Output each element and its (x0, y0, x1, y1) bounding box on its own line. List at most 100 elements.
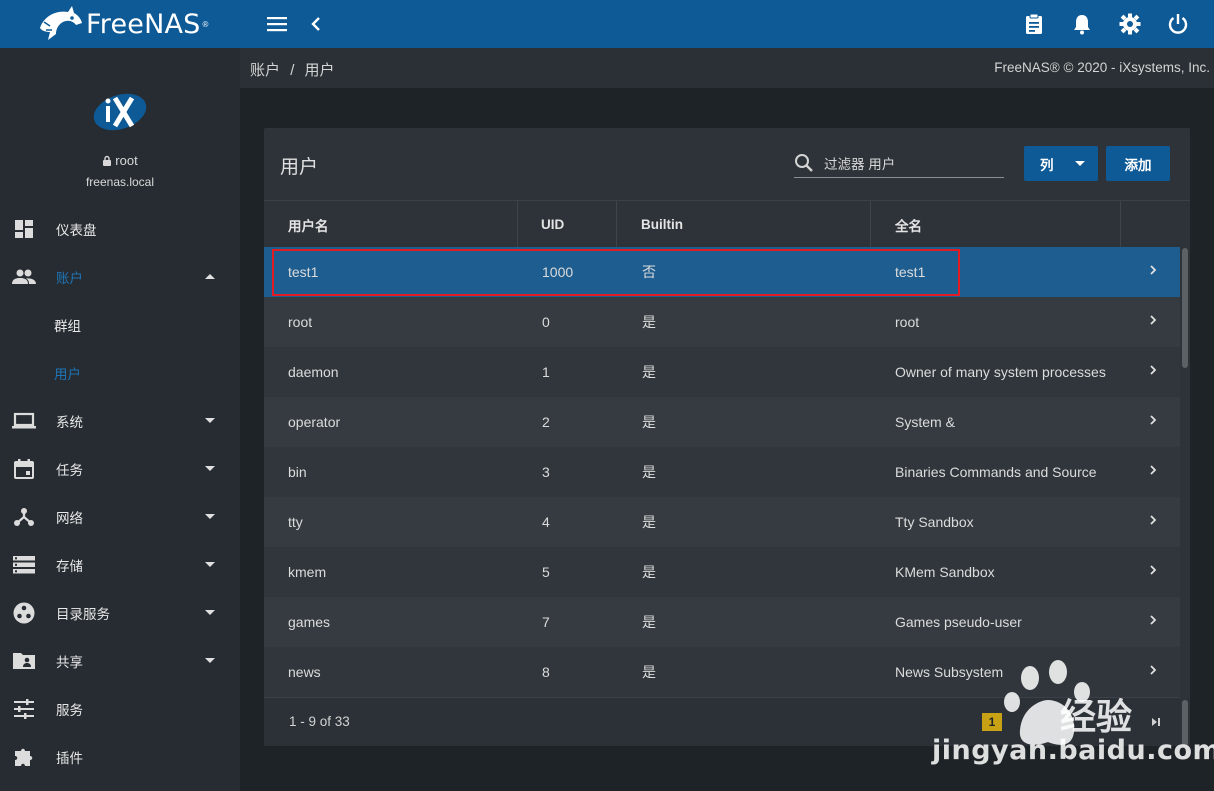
search-input[interactable] (824, 154, 1004, 174)
pager-range: 1 - 9 of 33 (289, 714, 350, 729)
sidebar-item-network[interactable]: 网络 (0, 493, 240, 541)
cell-uid: 0 (542, 314, 550, 330)
dashboard-icon (12, 217, 36, 241)
sidebar-item-sharing[interactable]: 共享 (0, 637, 240, 685)
people-icon (12, 265, 36, 289)
calendar-icon (12, 457, 36, 481)
freenas-logo[interactable]: FreeNAS ® (0, 0, 240, 48)
cell-uid: 1 (542, 364, 550, 380)
columns-button-label: 列 (1040, 157, 1054, 173)
sidebar-item-label: 共享 (56, 655, 83, 670)
power-icon[interactable] (1166, 12, 1190, 36)
sidebar-item-dashboard[interactable]: 仪表盘 (0, 205, 240, 253)
column-header-uid[interactable]: UID (541, 201, 564, 248)
cell-builtin: 是 (642, 414, 656, 430)
chevron-down-icon (205, 658, 215, 663)
cell-fullname: root (895, 314, 920, 330)
breadcrumb-current: 用户 (304, 62, 335, 79)
cell-uid: 1000 (542, 264, 574, 280)
folder-share-icon (12, 649, 36, 673)
column-header-username[interactable]: 用户名 (288, 201, 329, 248)
cell-builtin: 是 (642, 314, 656, 330)
chevron-right-icon[interactable] (1148, 563, 1158, 577)
cell-username: kmem (288, 564, 327, 580)
sidebar-item-system[interactable]: 系统 (0, 397, 240, 445)
sidebar: root freenas.local 仪表盘 账户 群组 用户 系统 任务 网络… (0, 48, 240, 791)
sidebar-item-users[interactable]: 用户 (0, 349, 240, 397)
sidebar-item-groups[interactable]: 群组 (0, 301, 240, 349)
sidebar-item-label: 账户 (56, 271, 83, 286)
network-icon (12, 505, 36, 529)
table-row[interactable]: news 8 是 News Subsystem (264, 647, 1180, 697)
table-row[interactable]: test1 1000 否 test1 (264, 247, 1180, 297)
chevron-down-icon (205, 514, 215, 519)
cell-uid: 5 (542, 564, 550, 580)
chevron-right-icon[interactable] (1148, 663, 1158, 677)
chevron-up-icon (205, 274, 215, 279)
table-row[interactable]: tty 4 是 Tty Sandbox (264, 497, 1180, 547)
gear-icon[interactable] (1118, 12, 1142, 36)
sidebar-item-plugins[interactable]: 插件 (0, 733, 240, 781)
search-box (794, 150, 1004, 178)
breadcrumb-parent[interactable]: 账户 (250, 62, 280, 79)
table-row[interactable]: games 7 是 Games pseudo-user (264, 597, 1180, 647)
sidebar-item-directory-services[interactable]: 目录服务 (0, 589, 240, 637)
last-page-icon[interactable] (1150, 716, 1162, 728)
column-divider (616, 201, 617, 248)
cell-uid: 3 (542, 464, 550, 480)
table-row[interactable]: bin 3 是 Binaries Commands and Source (264, 447, 1180, 497)
sidebar-item-label: 网络 (56, 511, 83, 526)
table-row[interactable]: kmem 5 是 KMem Sandbox (264, 547, 1180, 597)
cell-fullname: Games pseudo-user (895, 614, 1022, 630)
cell-builtin: 是 (642, 514, 656, 530)
clipboard-icon[interactable] (1022, 12, 1046, 36)
chevron-right-icon[interactable] (1148, 513, 1158, 527)
sidebar-item-services[interactable]: 服务 (0, 685, 240, 733)
chevron-right-icon[interactable] (1148, 263, 1158, 277)
chevron-right-icon[interactable] (1148, 363, 1158, 377)
add-button[interactable]: 添加 (1106, 146, 1170, 181)
sidebar-item-tasks[interactable]: 任务 (0, 445, 240, 493)
chevron-right-icon[interactable] (1148, 413, 1158, 427)
sidebar-item-storage[interactable]: 存储 (0, 541, 240, 589)
breadcrumb: 账户 / 用户 (250, 59, 335, 80)
watermark-url: jingyan.baidu.com (932, 735, 1214, 766)
cell-builtin: 是 (642, 464, 656, 480)
chevron-down-icon (205, 418, 215, 423)
menu-icon[interactable] (265, 12, 289, 36)
bell-icon[interactable] (1070, 12, 1094, 36)
cell-uid: 4 (542, 514, 550, 530)
lock-icon (103, 155, 112, 166)
cell-builtin: 是 (642, 364, 656, 380)
watermark-text: 经验 (1060, 697, 1133, 738)
chevron-right-icon[interactable] (1148, 313, 1158, 327)
table-row[interactable]: root 0 是 root (264, 297, 1180, 347)
cell-uid: 8 (542, 664, 550, 680)
ix-logo (0, 88, 240, 137)
chevron-right-icon[interactable] (1148, 463, 1158, 477)
username-label: root (0, 153, 240, 168)
sliders-icon (12, 697, 36, 721)
cell-username: news (288, 664, 321, 680)
table-row[interactable]: operator 2 是 System & (264, 397, 1180, 447)
cell-fullname: Binaries Commands and Source (895, 464, 1097, 480)
sidebar-item-label: 群组 (54, 319, 81, 334)
column-header-fullname[interactable]: 全名 (895, 201, 922, 248)
cell-uid: 7 (542, 614, 550, 630)
table-row[interactable]: daemon 1 是 Owner of many system processe… (264, 347, 1180, 397)
column-header-builtin[interactable]: Builtin (641, 201, 683, 248)
users-card: 用户 列 添加 用户名 UID Builtin 全名 test1 1000 否 … (264, 128, 1190, 746)
cell-fullname: test1 (895, 264, 926, 280)
cell-username: root (288, 314, 313, 330)
sidebar-item-accounts[interactable]: 账户 (0, 253, 240, 301)
pager-current-page[interactable]: 1 (982, 713, 1002, 731)
table-scrollbar-thumb[interactable] (1182, 248, 1188, 368)
cell-fullname: KMem Sandbox (895, 564, 995, 580)
columns-button[interactable]: 列 (1024, 146, 1098, 181)
chevron-down-icon (205, 610, 215, 615)
chevron-right-icon[interactable] (1148, 613, 1158, 627)
breadcrumb-bar: 账户 / 用户 FreeNAS® © 2020 - iXsystems, Inc… (240, 48, 1214, 88)
cell-username: tty (288, 514, 303, 530)
back-icon[interactable] (304, 12, 328, 36)
cell-builtin: 是 (642, 564, 656, 580)
